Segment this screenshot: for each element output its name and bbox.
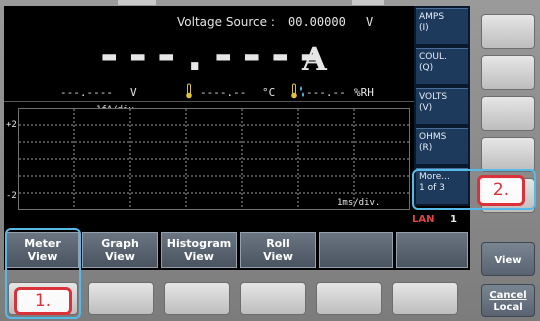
temperature-value: ----.-- bbox=[200, 86, 247, 99]
softkey-volts-line1: VOLTS bbox=[419, 92, 448, 102]
view-button[interactable]: View bbox=[481, 242, 535, 276]
tab-empty-1[interactable] bbox=[319, 232, 393, 268]
humidity-unit: %RH bbox=[354, 86, 374, 99]
softkey-amps-line2: (I) bbox=[419, 23, 429, 33]
softkey-volts[interactable]: VOLTS (V) bbox=[416, 88, 468, 125]
softkey-amps-line1: AMPS bbox=[419, 12, 445, 22]
lan-value: 1 bbox=[450, 214, 457, 225]
softkey-coulombs[interactable]: COUL. (Q) bbox=[416, 48, 468, 85]
secondary-voltage-unit: V bbox=[130, 86, 137, 99]
hw-bottom-3[interactable] bbox=[164, 282, 230, 315]
cancel-local-button[interactable]: Cancel Local bbox=[481, 284, 535, 317]
main-readout-unit: A bbox=[302, 40, 327, 78]
cancel-label: Cancel bbox=[489, 290, 527, 301]
top-notch-left bbox=[118, 0, 156, 5]
graph-grid bbox=[19, 109, 409, 209]
voltage-source-value: 00.00000 bbox=[288, 15, 346, 29]
tab-roll-line1: Roll bbox=[266, 237, 290, 250]
x-scale-label: 1ms/div. bbox=[337, 198, 381, 208]
tab-graph-line1: Graph bbox=[101, 237, 139, 250]
callout-step-1: 1. bbox=[14, 287, 72, 315]
main-readout-value: ---.---- bbox=[96, 30, 324, 81]
top-notch-right bbox=[352, 0, 384, 5]
humidity-icon bbox=[290, 83, 306, 103]
tab-roll-view[interactable]: Roll View bbox=[240, 232, 316, 268]
callout-step-2: 2. bbox=[477, 175, 525, 206]
tab-graph-line2: View bbox=[105, 250, 135, 263]
tab-empty-2[interactable] bbox=[396, 232, 468, 268]
secondary-voltage-value: ---.---- bbox=[60, 86, 113, 99]
hw-bottom-5[interactable] bbox=[316, 282, 382, 315]
softkey-coul-line2: (Q) bbox=[419, 63, 434, 73]
hw-softkey-4[interactable] bbox=[481, 137, 535, 172]
softkey-coul-line1: COUL. bbox=[419, 52, 447, 62]
local-label: Local bbox=[493, 302, 523, 313]
hw-softkey-3[interactable] bbox=[481, 96, 535, 131]
graph-plot-area: 1ms/div. bbox=[18, 108, 410, 210]
hw-bottom-2[interactable] bbox=[88, 282, 154, 315]
hw-softkey-1[interactable] bbox=[481, 14, 535, 49]
view-button-label: View bbox=[494, 255, 522, 266]
divider bbox=[4, 101, 414, 102]
status-bar: LAN 1 bbox=[4, 210, 470, 230]
lan-label: LAN bbox=[412, 214, 435, 225]
tab-graph-view[interactable]: Graph View bbox=[82, 232, 158, 268]
tab-histogram-line2: View bbox=[184, 250, 214, 263]
softkey-ohms-line2: (R) bbox=[419, 143, 433, 153]
tab-histogram-view[interactable]: Histogram View bbox=[161, 232, 237, 268]
temperature-unit: °C bbox=[262, 86, 276, 99]
tab-roll-line2: View bbox=[263, 250, 293, 263]
hw-bottom-6[interactable] bbox=[392, 282, 458, 315]
thermometer-icon bbox=[184, 83, 194, 103]
softkey-ohms[interactable]: OHMS (R) bbox=[416, 128, 468, 165]
humidity-value: ---.-- bbox=[306, 86, 346, 99]
voltage-source-unit: V bbox=[366, 15, 374, 29]
softkey-ohms-line1: OHMS bbox=[419, 132, 447, 142]
softkey-amps[interactable]: AMPS (I) bbox=[416, 8, 468, 45]
voltage-source-label: Voltage Source : bbox=[177, 15, 275, 29]
hw-softkey-2[interactable] bbox=[481, 55, 535, 90]
tab-histogram-line1: Histogram bbox=[166, 237, 232, 250]
hw-bottom-4[interactable] bbox=[240, 282, 306, 315]
softkey-volts-line2: (V) bbox=[419, 103, 433, 113]
